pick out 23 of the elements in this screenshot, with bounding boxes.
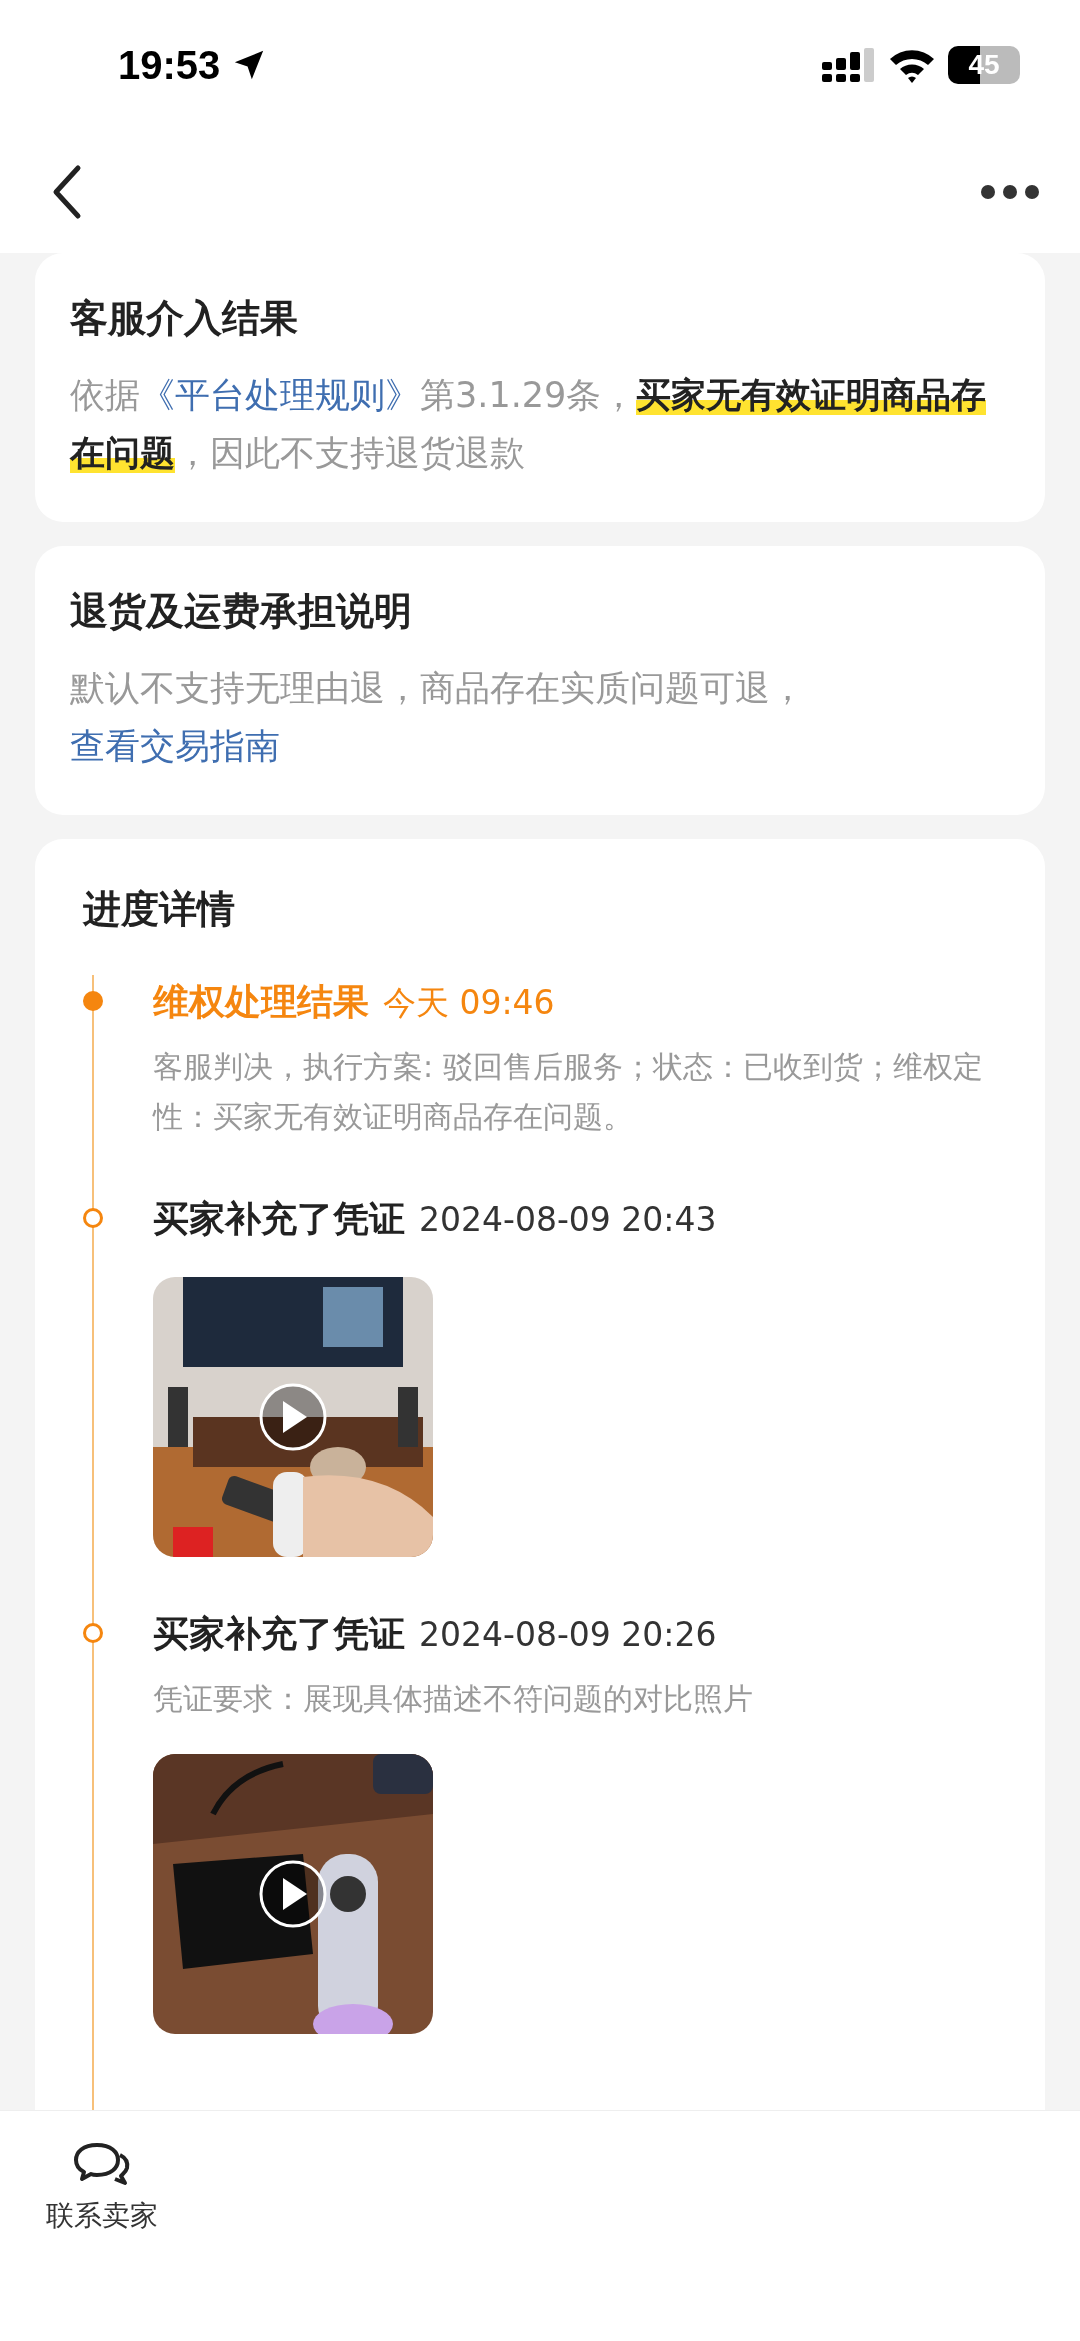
more-icon[interactable]	[980, 183, 1040, 200]
status-time: 19:53	[118, 42, 221, 88]
event-note: 凭证要求：展现具体描述不符问题的对比照片	[153, 1680, 754, 1718]
policy-text: 默认不支持无理由退，商品存在实质问题可退， 查看交易指南	[70, 667, 806, 768]
wifi-icon	[888, 47, 936, 83]
timeline-dot	[83, 991, 103, 1011]
event-time: 2024-08-09 20:43	[419, 1199, 717, 1241]
rules-link[interactable]: 《平台处理规则》	[140, 375, 420, 415]
event-title: 维权处理结果	[153, 980, 369, 1024]
event-time: 2024-08-09 20:26	[419, 1614, 717, 1656]
timeline-dot	[83, 1208, 103, 1228]
event-title: 买家补充了凭证	[153, 1612, 405, 1656]
card-title: 客服介入结果	[70, 295, 299, 342]
contact-seller-button[interactable]: 联系卖家	[46, 2141, 158, 2235]
chat-icon	[73, 2141, 131, 2187]
event-note: 客服判决，执行方案: 驳回售后服务；状态：已收到货；维权定性：买家无有效证明商品存在问题。	[153, 1048, 984, 1136]
event-time: 今天 09:46	[383, 982, 555, 1024]
event-title: 买家补充了凭证	[153, 1197, 405, 1241]
signal-icon	[822, 48, 876, 82]
timeline-dot	[83, 1623, 103, 1643]
guide-link[interactable]: 查看交易指南	[70, 726, 280, 766]
section-title: 进度详情	[83, 886, 236, 933]
card-title: 退货及运费承担说明	[70, 588, 413, 635]
